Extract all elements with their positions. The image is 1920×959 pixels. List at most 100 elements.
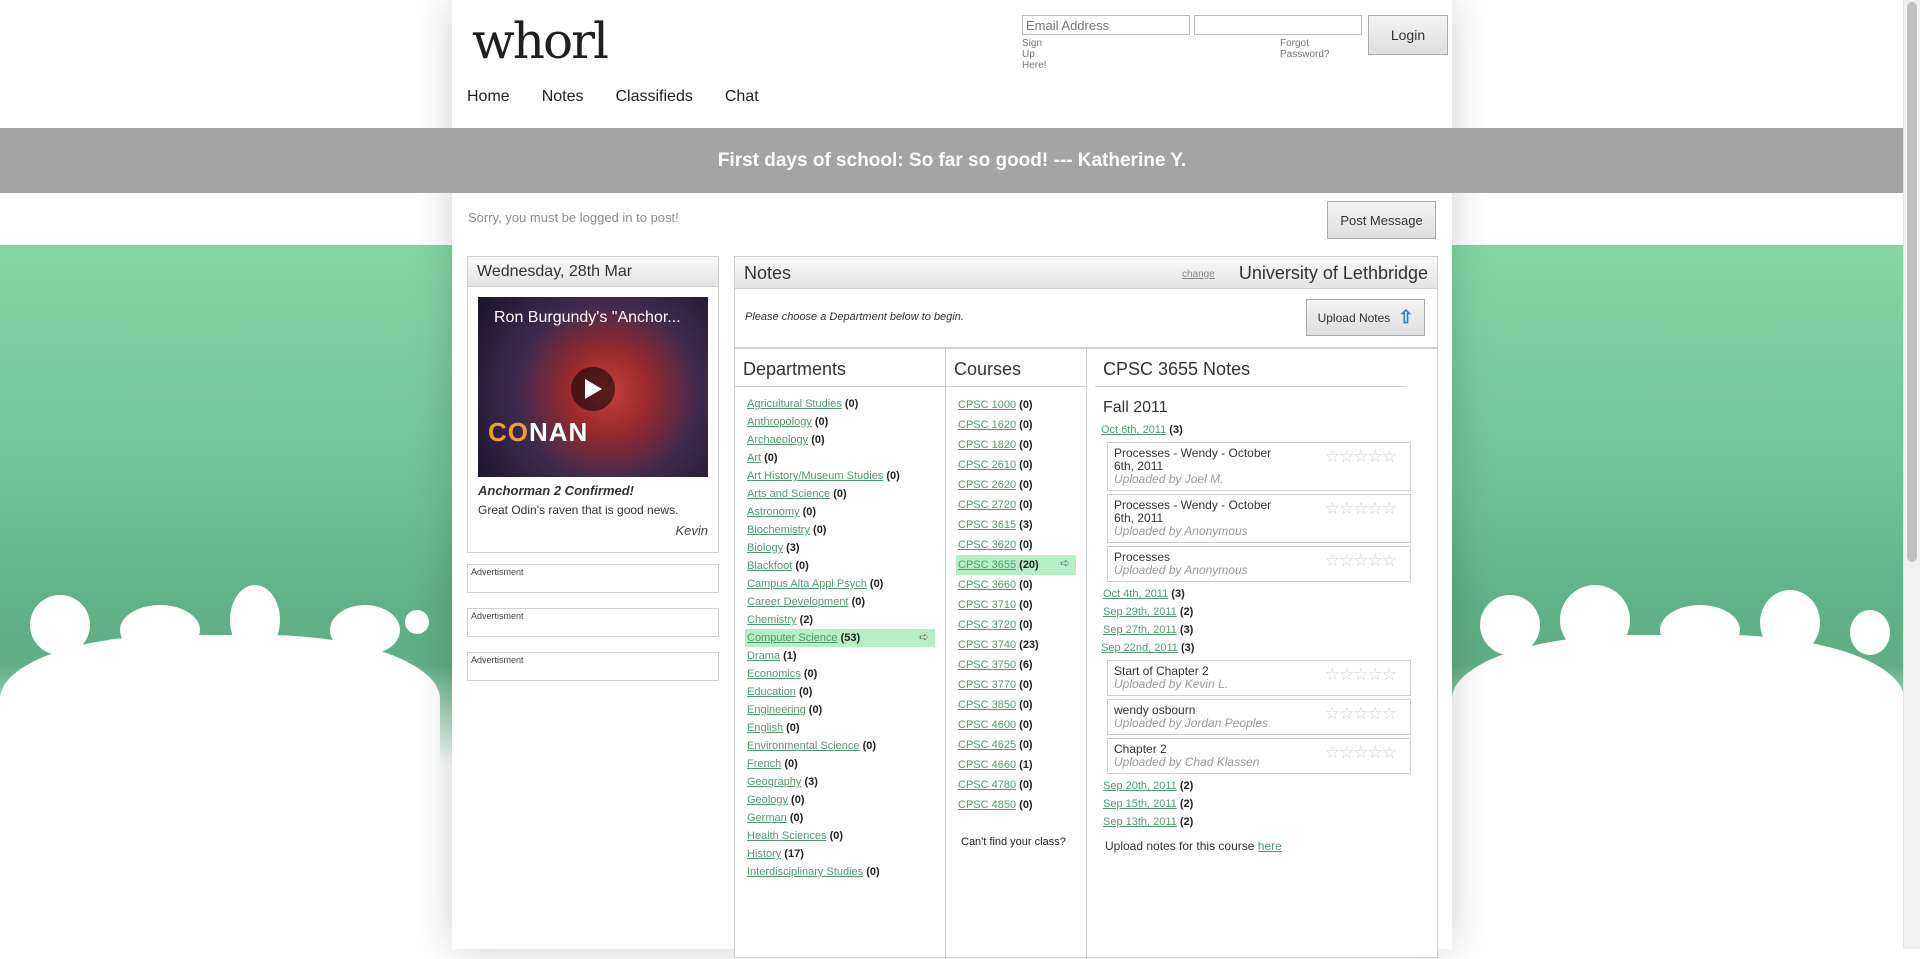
department-link[interactable]: Biochemistry [747,524,810,536]
department-link[interactable]: Geography [747,776,801,788]
course-item[interactable]: CPSC 4600 (0) [956,715,1076,735]
session-date-link[interactable]: Sep 13th, 2011 [1103,816,1177,828]
star-icon[interactable]: ☆ [1368,665,1383,684]
star-icon[interactable]: ☆ [1325,499,1340,518]
video-player[interactable]: Ron Burgundy's "Anchor... CONAN [478,297,708,477]
department-link[interactable]: Agricultural Studies [747,398,842,410]
department-link[interactable]: Interdisciplinary Studies [747,866,863,878]
course-link[interactable]: CPSC 4625 [958,739,1016,751]
star-icon[interactable]: ☆ [1368,551,1383,570]
nav-classifieds[interactable]: Classifieds [615,88,692,106]
course-item[interactable]: CPSC 3740 (23) [956,635,1076,655]
department-link[interactable]: Geology [747,794,788,806]
department-item[interactable]: Art History/Museum Studies (0) [745,467,935,485]
course-item[interactable]: CPSC 3660 (0) [956,575,1076,595]
department-link[interactable]: Anthropology [747,416,812,428]
department-link[interactable]: Arts and Science [747,488,830,500]
star-icon[interactable]: ☆ [1339,447,1354,466]
nav-notes[interactable]: Notes [542,88,584,106]
department-item[interactable]: Geography (3) [745,773,935,791]
star-icon[interactable]: ☆ [1325,665,1340,684]
department-link[interactable]: Archaeology [747,434,808,446]
department-item[interactable]: Archaeology (0) [745,431,935,449]
course-item[interactable]: CPSC 3770 (0) [956,675,1076,695]
note-name[interactable]: Processes - Wendy - October 6th, 2011 [1114,447,1274,473]
star-icon[interactable]: ☆ [1382,447,1397,466]
login-button[interactable]: Login [1368,15,1448,55]
department-item[interactable]: Interdisciplinary Studies (0) [745,863,935,881]
department-link[interactable]: Drama [747,650,780,662]
course-link[interactable]: CPSC 4600 [958,719,1016,731]
department-link[interactable]: Education [747,686,796,698]
forgot-password-link[interactable]: Forgot Password? [1280,38,1329,60]
department-link[interactable]: Art [747,452,761,464]
course-link[interactable]: CPSC 4780 [958,779,1016,791]
star-icon[interactable]: ☆ [1382,743,1397,762]
star-icon[interactable]: ☆ [1339,743,1354,762]
star-icon[interactable]: ☆ [1353,447,1368,466]
nav-home[interactable]: Home [467,88,510,106]
session-date-link[interactable]: Sep 15th, 2011 [1103,798,1177,810]
scrollbar-thumb[interactable] [1907,2,1917,562]
star-icon[interactable]: ☆ [1353,665,1368,684]
star-icon[interactable]: ☆ [1339,499,1354,518]
course-link[interactable]: CPSC 3850 [958,699,1016,711]
course-item[interactable]: CPSC 4660 (1) [956,755,1076,775]
course-item[interactable]: CPSC 1620 (0) [956,415,1076,435]
session-date-link[interactable]: Sep 29th, 2011 [1103,606,1177,618]
star-icon[interactable]: ☆ [1368,499,1383,518]
note-card[interactable]: Processes Uploaded by Anonymous ☆☆☆☆☆ [1107,546,1411,582]
department-item[interactable]: Chemistry (2) [745,611,935,629]
department-item[interactable]: Career Development (0) [745,593,935,611]
course-link[interactable]: CPSC 3720 [958,619,1016,631]
upload-notes-button[interactable]: Upload Notes ⇧ [1306,299,1425,336]
note-card[interactable]: Processes - Wendy - October 6th, 2011 Upl… [1107,442,1411,491]
course-item[interactable]: CPSC 4780 (0) [956,775,1076,795]
change-university-link[interactable]: change [1182,269,1215,280]
star-rating[interactable]: ☆☆☆☆☆ [1325,704,1397,724]
course-link[interactable]: CPSC 3615 [958,519,1016,531]
session-date-link[interactable]: Sep 22nd, 2011 [1101,642,1178,654]
department-item[interactable]: Anthropology (0) [745,413,935,431]
advertisement-slot[interactable]: Advertisment [467,652,719,681]
course-link[interactable]: CPSC 3740 [958,639,1016,651]
play-icon[interactable] [571,367,615,411]
session-date-link[interactable]: Oct 4th, 2011 [1103,588,1168,600]
department-item[interactable]: Art (0) [745,449,935,467]
department-item[interactable]: Agricultural Studies (0) [745,395,935,413]
department-item[interactable]: Campus Alta Appl Psych (0) [745,575,935,593]
star-icon[interactable]: ☆ [1339,551,1354,570]
department-item[interactable]: Education (0) [745,683,935,701]
star-icon[interactable]: ☆ [1368,704,1383,723]
department-item[interactable]: Astronomy (0) [745,503,935,521]
nav-chat[interactable]: Chat [725,88,759,106]
course-item[interactable]: CPSC 2620 (0) [956,475,1076,495]
advertisement-slot[interactable]: Advertisment [467,608,719,637]
department-link[interactable]: Art History/Museum Studies [747,470,883,482]
post-message-button[interactable]: Post Message [1327,201,1436,239]
star-icon[interactable]: ☆ [1325,447,1340,466]
course-link[interactable]: CPSC 4850 [958,799,1016,811]
department-link[interactable]: French [747,758,781,770]
course-item[interactable]: CPSC 4625 (0) [956,735,1076,755]
star-icon[interactable]: ☆ [1382,704,1397,723]
department-link[interactable]: Blackfoot [747,560,792,572]
department-item[interactable]: Biology (3) [745,539,935,557]
course-link[interactable]: CPSC 3660 [958,579,1016,591]
department-item[interactable]: Blackfoot (0) [745,557,935,575]
signup-link[interactable]: Sign Up Here! [1022,38,1046,71]
department-item[interactable]: Biochemistry (0) [745,521,935,539]
star-rating[interactable]: ☆☆☆☆☆ [1325,551,1397,571]
session-date-link[interactable]: Sep 20th, 2011 [1103,780,1177,792]
star-rating[interactable]: ☆☆☆☆☆ [1325,499,1397,519]
note-card[interactable]: wendy osbourn Uploaded by Jordan Peoples ☆… [1107,699,1411,735]
course-item[interactable]: CPSC 3720 (0) [956,615,1076,635]
department-link[interactable]: Campus Alta Appl Psych [747,578,867,590]
department-item[interactable]: Environmental Science (0) [745,737,935,755]
department-item[interactable]: English (0) [745,719,935,737]
department-link[interactable]: Engineering [747,704,806,716]
star-icon[interactable]: ☆ [1353,704,1368,723]
course-item[interactable]: CPSC 3615 (3) [956,515,1076,535]
department-item[interactable]: Health Sciences (0) [745,827,935,845]
department-link[interactable]: Career Development [747,596,849,608]
